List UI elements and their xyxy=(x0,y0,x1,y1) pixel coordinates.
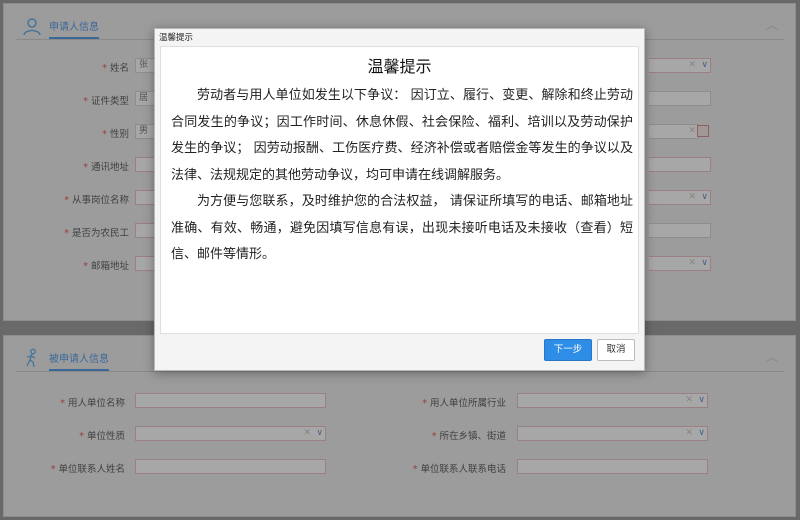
chevron-up-icon[interactable]: ︿ xyxy=(766,348,778,365)
town-select[interactable]: ✕ ∨ xyxy=(517,426,708,441)
notice-paragraph-1: 劳动者与用人单位如发生以下争议： 因订立、履行、变更、解除和终止劳动合同发生的争… xyxy=(171,88,633,183)
chevron-up-icon[interactable]: ︿ xyxy=(766,16,778,33)
applicant-section-title: 申请人信息 xyxy=(49,18,99,39)
field-label-employer-type: * 单位性质 xyxy=(79,431,125,442)
chevron-down-icon[interactable]: ∨ xyxy=(701,257,708,270)
field-label-name: * 姓名 xyxy=(102,63,129,74)
field-label-migrant-worker: * 是否为农民工 xyxy=(64,228,129,239)
field-label-job-title: * 从事岗位名称 xyxy=(64,195,129,206)
field-label-address: * 通讯地址 xyxy=(83,162,129,173)
other-input-tail[interactable] xyxy=(649,223,711,238)
field-label-id-type: * 证件类型 xyxy=(83,96,129,107)
dialog-window-title: 温馨提示 xyxy=(159,33,194,43)
name-select-tail[interactable]: ✕ ∨ xyxy=(649,58,711,73)
employer-name-input[interactable] xyxy=(135,393,326,408)
field-label-employer-name: * 用人单位名称 xyxy=(60,398,125,409)
cancel-button[interactable]: 取消 xyxy=(597,339,635,361)
industry-select[interactable]: ✕ ∨ xyxy=(517,393,708,408)
respondent-section-title: 被申请人信息 xyxy=(49,350,109,371)
notice-text: 劳动者与用人单位如发生以下争议： 因订立、履行、变更、解除和终止劳动合同发生的争… xyxy=(171,83,633,269)
birthdate-input-tail[interactable]: ✕ xyxy=(649,124,699,139)
user-icon xyxy=(23,18,41,36)
field-label-gender: * 性别 xyxy=(102,129,129,140)
clear-icon[interactable]: ✕ xyxy=(688,191,696,204)
notice-heading: 温馨提示 xyxy=(367,57,432,76)
chevron-down-icon[interactable]: ∨ xyxy=(698,427,705,440)
clear-icon[interactable]: ✕ xyxy=(688,125,696,138)
notice-dialog: 温馨提示 温馨提示 劳动者与用人单位如发生以下争议： 因订立、履行、变更、解除和… xyxy=(154,28,645,371)
field-label-industry: * 用人单位所属行业 xyxy=(422,398,506,409)
field-label-contact-name: * 单位联系人姓名 xyxy=(50,464,125,475)
region-select-tail[interactable]: ✕ ∨ xyxy=(649,256,711,271)
person-walking-icon xyxy=(26,348,36,368)
calendar-icon[interactable] xyxy=(697,125,709,137)
clear-icon[interactable]: ✕ xyxy=(303,427,311,440)
dialog-body: 温馨提示 劳动者与用人单位如发生以下争议： 因订立、履行、变更、解除和终止劳动合… xyxy=(160,46,639,334)
clear-icon[interactable]: ✕ xyxy=(685,394,693,407)
field-label-email: * 邮箱地址 xyxy=(83,261,129,272)
clear-icon[interactable]: ✕ xyxy=(688,257,696,270)
contact-name-input[interactable] xyxy=(135,459,326,474)
field-label-town: * 所在乡镇、街道 xyxy=(431,431,506,442)
clear-icon[interactable]: ✕ xyxy=(685,427,693,440)
notice-paragraph-2: 为方便与您联系，及时维护您的合法权益， 请保证所填写的电话、邮箱地址准确、有效、… xyxy=(171,194,633,262)
employer-type-select[interactable]: ✕ ∨ xyxy=(135,426,326,441)
phone-input-tail[interactable] xyxy=(649,157,711,172)
chevron-down-icon[interactable]: ∨ xyxy=(701,59,708,72)
job-select-tail[interactable]: ✕ ∨ xyxy=(649,190,711,205)
clear-icon[interactable]: ✕ xyxy=(688,59,696,72)
chevron-down-icon[interactable]: ∨ xyxy=(698,394,705,407)
field-label-contact-phone: * 单位联系人联系电话 xyxy=(412,464,506,475)
contact-phone-input[interactable] xyxy=(517,459,708,474)
id-number-input-tail[interactable] xyxy=(649,91,711,106)
chevron-down-icon[interactable]: ∨ xyxy=(316,427,323,440)
next-step-button[interactable]: 下一步 xyxy=(544,339,592,361)
chevron-down-icon[interactable]: ∨ xyxy=(701,191,708,204)
